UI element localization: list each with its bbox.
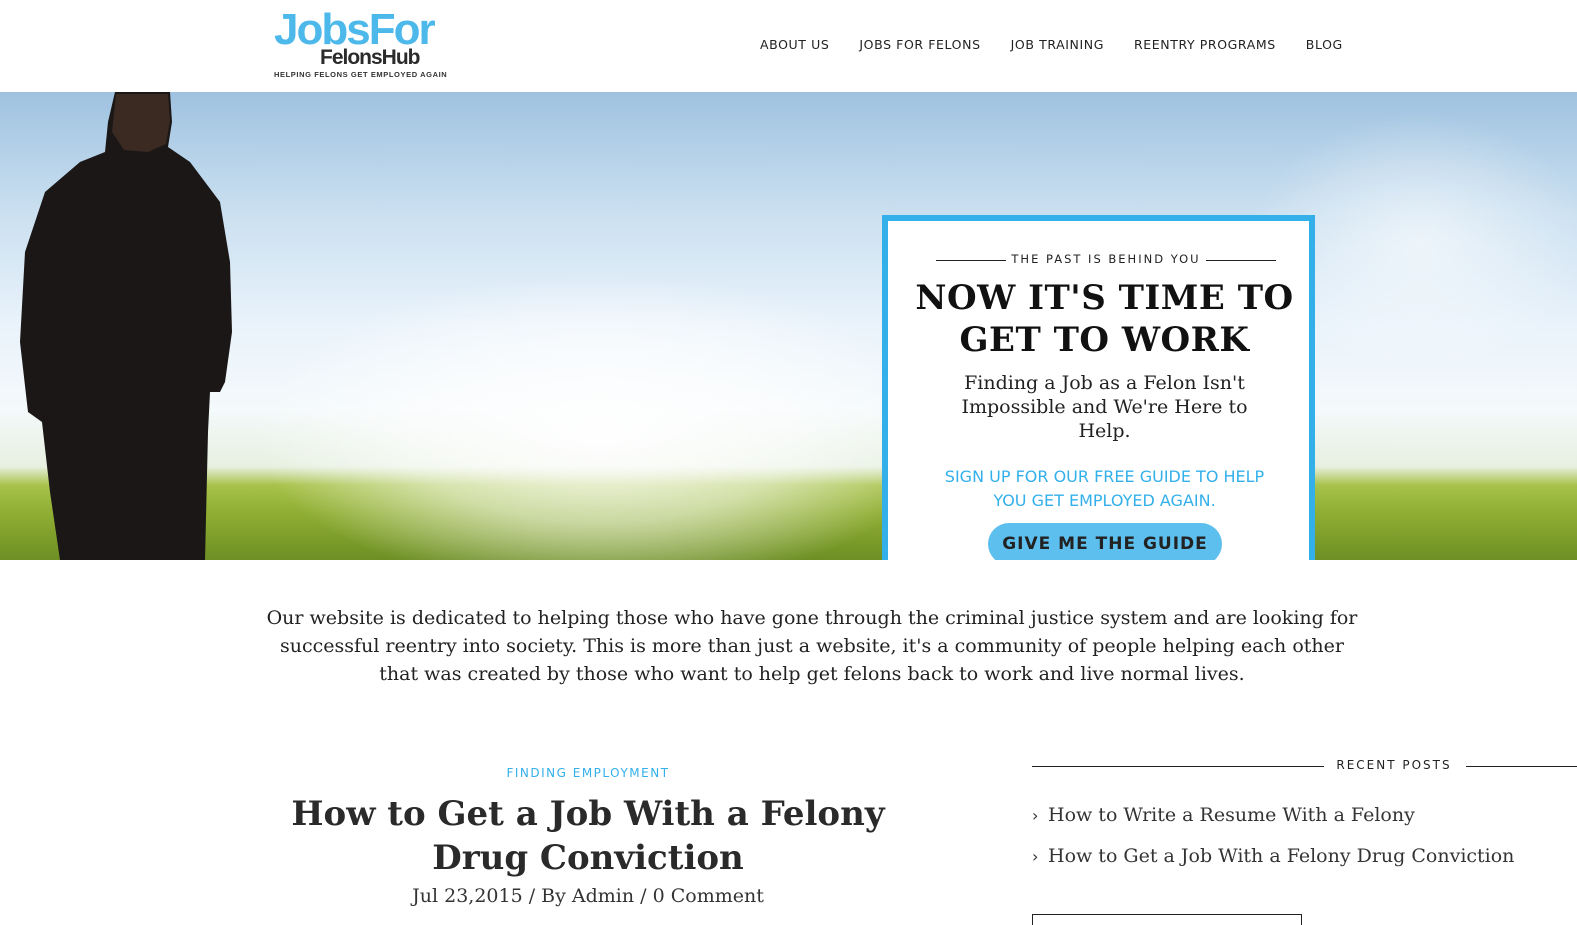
promo-kicker-row: THE PAST IS BEHIND YOU bbox=[936, 252, 1276, 268]
nav-reentry-programs[interactable]: REENTRY PROGRAMS bbox=[1134, 37, 1276, 52]
promo-cta-text: SIGN UP FOR OUR FREE GUIDE TO HELP YOU G… bbox=[944, 467, 1265, 510]
chevron-right-icon: › bbox=[1032, 806, 1039, 825]
recent-divider-right bbox=[1466, 766, 1577, 767]
main-nav: ABOUT US JOBS FOR FELONS JOB TRAINING RE… bbox=[760, 37, 1343, 52]
recent-posts-header: RECENT POSTS bbox=[1032, 758, 1577, 774]
hero-sun-glow bbox=[250, 272, 950, 560]
promo-kicker: THE PAST IS BEHIND YOU bbox=[1011, 252, 1201, 266]
nav-about-us[interactable]: ABOUT US bbox=[760, 37, 829, 52]
site-logo[interactable]: JobsFor FelonsHub HELPING FELONS GET EMP… bbox=[274, 8, 448, 82]
logo-sub-text: FelonsHub bbox=[320, 46, 420, 69]
nav-jobs-for-felons[interactable]: JOBS FOR FELONS bbox=[859, 37, 980, 52]
nav-blog[interactable]: BLOG bbox=[1306, 37, 1343, 52]
recent-post-link[interactable]: How to Write a Resume With a Felony bbox=[1048, 804, 1415, 826]
hero-banner: THE PAST IS BEHIND YOU NOW IT'S TIME TO … bbox=[0, 92, 1577, 560]
promo-subtitle: Finding a Job as a Felon Isn't Impossibl… bbox=[961, 372, 1248, 442]
guide-signup-box: THE PAST IS BEHIND YOU NOW IT'S TIME TO … bbox=[882, 215, 1315, 560]
post-title-link[interactable]: How to Get a Job With a Felony Drug Conv… bbox=[260, 792, 916, 880]
give-me-the-guide-button[interactable]: GIVE ME THE GUIDE bbox=[988, 523, 1222, 560]
sidebar-widget-box bbox=[1032, 914, 1302, 925]
intro-paragraph: Our website is dedicated to helping thos… bbox=[266, 607, 1358, 685]
post-category-link[interactable]: FINDING EMPLOYMENT bbox=[388, 766, 788, 780]
chevron-right-icon: › bbox=[1032, 847, 1039, 866]
recent-post-item[interactable]: › How to Write a Resume With a Felony bbox=[1032, 795, 1514, 836]
recent-post-item[interactable]: › How to Get a Job With a Felony Drug Con… bbox=[1032, 836, 1514, 877]
recent-divider-left bbox=[1032, 766, 1324, 767]
silhouette-person-image bbox=[20, 92, 232, 560]
nav-job-training[interactable]: JOB TRAINING bbox=[1011, 37, 1104, 52]
site-header: JobsFor FelonsHub HELPING FELONS GET EMP… bbox=[0, 0, 1577, 92]
recent-posts-heading: RECENT POSTS bbox=[1326, 758, 1462, 772]
logo-tagline: HELPING FELONS GET EMPLOYED AGAIN bbox=[274, 70, 448, 79]
recent-post-link[interactable]: How to Get a Job With a Felony Drug Conv… bbox=[1048, 845, 1514, 867]
kicker-divider-right bbox=[1206, 260, 1276, 261]
recent-posts-list: › How to Write a Resume With a Felony › Ho… bbox=[1032, 795, 1514, 877]
post-meta: Jul 23,2015 / By Admin / 0 Comment bbox=[412, 885, 764, 907]
promo-title: NOW IT'S TIME TO GET TO WORK bbox=[915, 278, 1294, 360]
